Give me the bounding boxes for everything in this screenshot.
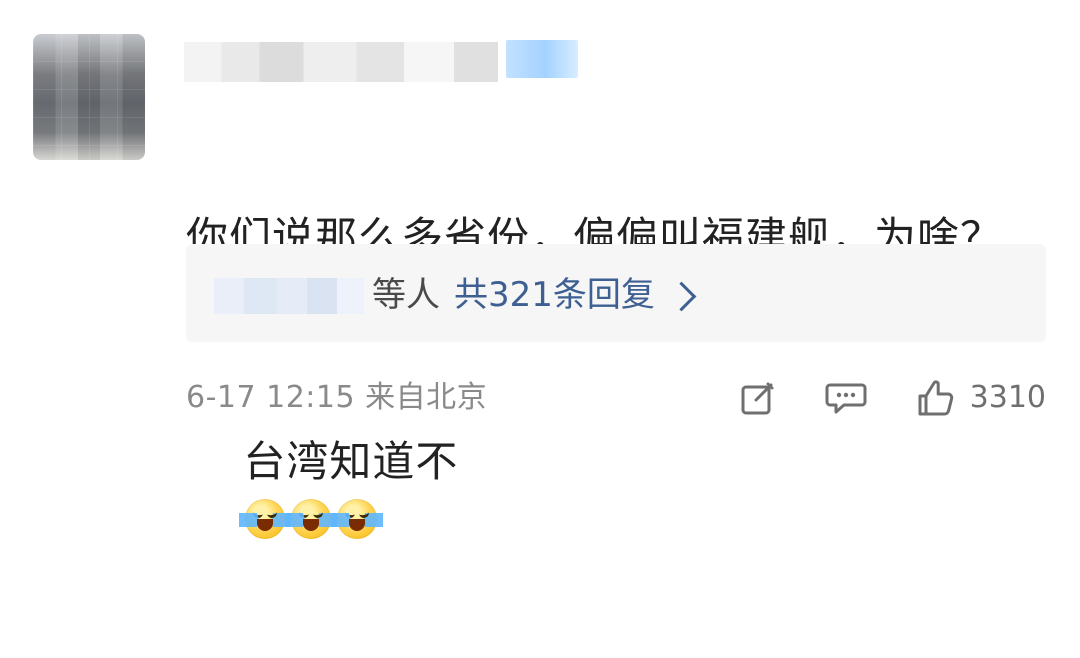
user-badge-blurred bbox=[506, 40, 578, 78]
replies-text[interactable]: 等人 共321条回复 bbox=[372, 272, 697, 318]
laughing-tears-emoji bbox=[331, 498, 384, 539]
chevron-right-icon[interactable] bbox=[666, 281, 697, 311]
comment-line-2-text: 台湾知道不 bbox=[243, 437, 459, 486]
avatar[interactable] bbox=[33, 34, 145, 160]
username-blurred[interactable] bbox=[184, 42, 498, 82]
laughing-tears-emoji bbox=[285, 498, 338, 539]
edit-icon bbox=[741, 382, 774, 415]
replies-link-label[interactable]: 共321条回复 bbox=[454, 272, 655, 318]
comment-icon bbox=[825, 383, 867, 414]
replies-link[interactable]: 共321条回复 bbox=[454, 272, 697, 318]
replies-usernames-blurred bbox=[214, 278, 364, 314]
like-button[interactable]: 3310 bbox=[912, 376, 1046, 420]
comment-meta: 6-17 12:15 来自北京 bbox=[186, 380, 488, 415]
comment-footer: 6-17 12:15 来自北京 3310 bbox=[186, 374, 1046, 422]
replies-summary[interactable]: 等人 共321条回复 bbox=[186, 244, 1046, 342]
laughing-tears-emoji bbox=[239, 498, 292, 539]
emoji-group bbox=[239, 498, 384, 539]
comment-actions: 3310 bbox=[736, 376, 1046, 420]
edit-button[interactable] bbox=[736, 376, 780, 420]
like-count: 3310 bbox=[969, 380, 1046, 415]
replies-prefix: 等人 bbox=[372, 275, 440, 315]
reply-button[interactable] bbox=[824, 376, 868, 420]
thumbs-up-icon bbox=[918, 380, 953, 416]
